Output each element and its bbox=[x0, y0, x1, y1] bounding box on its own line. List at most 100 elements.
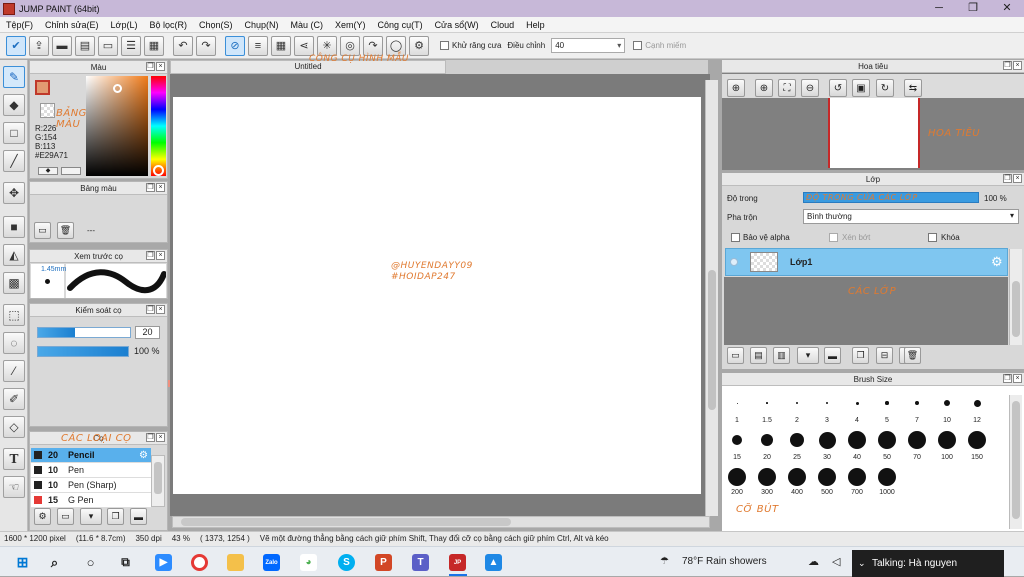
weather-text[interactable]: 78°F Rain showers bbox=[682, 556, 767, 567]
layer-visibility-icon[interactable] bbox=[730, 258, 738, 266]
zoom-app-icon[interactable]: ▶ bbox=[155, 554, 172, 571]
brush-list-scrollbar[interactable] bbox=[151, 455, 165, 507]
add-swatch-button[interactable]: ▭ bbox=[34, 222, 51, 239]
export-button[interactable]: ⇪ bbox=[29, 35, 49, 56]
new-1bit-layer-button[interactable]: ▥ bbox=[773, 347, 790, 364]
brush-size-dot[interactable] bbox=[790, 433, 804, 447]
brush-size-dot[interactable] bbox=[818, 431, 836, 449]
comment-button[interactable]: ▬ bbox=[52, 35, 72, 56]
snap-off-button[interactable]: ⊘ bbox=[225, 35, 245, 56]
skype-icon[interactable]: S bbox=[338, 554, 355, 571]
navigator-preview[interactable] bbox=[828, 98, 920, 168]
delete-layer-button[interactable]: 🗑 bbox=[904, 347, 921, 364]
layer-folder-button[interactable]: ▬ bbox=[824, 347, 841, 364]
brush-size-scroll-thumb[interactable] bbox=[1012, 401, 1020, 519]
tool-select-eraser[interactable]: ◇ bbox=[3, 416, 25, 438]
adjust-input[interactable]: 40 bbox=[551, 38, 626, 53]
page-button[interactable]: ▭ bbox=[98, 35, 118, 56]
brush-size-dot[interactable] bbox=[973, 399, 981, 407]
menu-cloud[interactable]: Cloud bbox=[485, 20, 521, 30]
brush-size-dot[interactable] bbox=[944, 400, 950, 406]
snap-radial-button[interactable]: ✳ bbox=[317, 35, 337, 56]
panel-float-icon[interactable]: ❐ bbox=[146, 183, 155, 192]
layer-row[interactable]: Lớp1 ⚙ bbox=[725, 248, 1008, 276]
brush-list-item[interactable]: 20 Pencil ⚙ bbox=[31, 448, 151, 463]
panel-close-icon[interactable]: × bbox=[1013, 374, 1022, 383]
brush-size-dot[interactable] bbox=[885, 401, 889, 405]
brush-size-dot[interactable] bbox=[818, 468, 836, 486]
canvas-hscroll-thumb[interactable] bbox=[181, 518, 511, 526]
menu-edit[interactable]: Chỉnh sửa(E) bbox=[39, 20, 105, 30]
jump-paint-icon[interactable]: JP bbox=[449, 554, 466, 571]
brush-folder-button[interactable]: ▬ bbox=[130, 508, 147, 525]
menu-color[interactable]: Màu (C) bbox=[285, 20, 330, 30]
cloud-sync-button[interactable]: ✔ bbox=[6, 35, 26, 56]
brush-list-item[interactable]: 15 G Pen bbox=[31, 493, 151, 508]
swap-colors-button[interactable]: ◆ bbox=[38, 167, 58, 175]
layer-opacity-slider[interactable]: ĐỘ TRONG CỦA CÁC LỚP bbox=[803, 192, 979, 203]
snap-parallel-button[interactable]: ≡ bbox=[248, 35, 268, 56]
chrome-icon[interactable] bbox=[191, 554, 208, 571]
snap-ellipse-button[interactable]: ◯ bbox=[386, 35, 406, 56]
photos-icon[interactable]: ▲ bbox=[485, 554, 502, 571]
close-button[interactable]: ✕ bbox=[990, 0, 1024, 17]
tool-select-pen[interactable]: ✐ bbox=[3, 388, 25, 410]
brush-list-scroll-thumb[interactable] bbox=[154, 462, 162, 494]
canvas-vscroll-thumb[interactable] bbox=[708, 270, 716, 410]
blend-mode-select[interactable]: Bình thường bbox=[803, 209, 1019, 224]
brush-size-dot[interactable] bbox=[855, 401, 859, 405]
brush-menu-button[interactable]: ▾ bbox=[80, 508, 102, 525]
menu-select[interactable]: Chọn(S) bbox=[193, 20, 239, 30]
clipping-checkbox[interactable] bbox=[829, 233, 838, 242]
tool-fill-rect[interactable]: ■ bbox=[3, 216, 25, 238]
menu-view[interactable]: Xem(Y) bbox=[329, 20, 372, 30]
powerpoint-icon[interactable]: P bbox=[375, 554, 392, 571]
brush-size-dot[interactable] bbox=[938, 431, 956, 449]
undo-button[interactable]: ↶ bbox=[173, 35, 193, 56]
maximize-button[interactable]: ❐ bbox=[956, 0, 990, 17]
snap-curve-button[interactable]: ↷ bbox=[363, 35, 383, 56]
panel-close-icon[interactable]: × bbox=[156, 183, 165, 192]
tool-bucket[interactable]: ◭ bbox=[3, 244, 25, 266]
panel-float-icon[interactable]: ❐ bbox=[1003, 374, 1012, 383]
layer-scroll-thumb[interactable] bbox=[1012, 281, 1020, 337]
canvas-horizontal-scrollbar[interactable] bbox=[172, 516, 710, 528]
merge-layer-button[interactable]: ⊟ bbox=[876, 347, 893, 364]
brush-settings-button[interactable]: ⚙ bbox=[34, 508, 51, 525]
brush-size-dot[interactable] bbox=[761, 434, 773, 446]
tool-lasso[interactable]: ◌ bbox=[3, 332, 25, 354]
menu-filter[interactable]: Bộ lọc(R) bbox=[143, 20, 193, 30]
menu-tools[interactable]: Công cụ(T) bbox=[372, 20, 429, 30]
rotate-right-button[interactable]: ↻ bbox=[876, 79, 894, 97]
delete-swatch-button[interactable]: 🗑 bbox=[57, 222, 74, 239]
flip-button[interactable]: ⇆ bbox=[904, 79, 922, 97]
panel-float-icon[interactable]: ❐ bbox=[1003, 61, 1012, 70]
windows-start-icon[interactable]: ⊞ bbox=[14, 554, 31, 571]
brush-size-dot[interactable] bbox=[848, 431, 866, 449]
speaker-icon[interactable]: ◁ bbox=[832, 555, 840, 568]
menu-file[interactable]: Tệp(F) bbox=[0, 20, 39, 30]
snap-circle-button[interactable]: ◎ bbox=[340, 35, 360, 56]
note-button[interactable]: ▤ bbox=[75, 35, 95, 56]
brush-size-dot[interactable] bbox=[796, 402, 798, 404]
tool-eraser[interactable]: ◆ bbox=[3, 94, 25, 116]
drawing-canvas[interactable]: @HUYENDAYY09 #HOIDAP247 bbox=[173, 97, 701, 494]
reset-rotation-button[interactable]: ▣ bbox=[852, 79, 870, 97]
tool-move[interactable]: ✥ bbox=[3, 182, 25, 204]
panel-float-icon[interactable]: ❐ bbox=[146, 62, 155, 71]
cortana-icon[interactable]: ○ bbox=[82, 554, 99, 571]
tool-line[interactable]: ╱ bbox=[3, 150, 25, 172]
brush-settings-gear-icon[interactable]: ⚙ bbox=[139, 450, 148, 461]
protect-alpha-checkbox[interactable] bbox=[731, 233, 740, 242]
minimize-button[interactable]: ─ bbox=[922, 0, 956, 17]
brush-list-item[interactable]: 10 Pen (Sharp) bbox=[31, 478, 151, 493]
brush-copy-button[interactable]: ❐ bbox=[107, 508, 124, 525]
talking-notification[interactable]: ⌄ Talking: Hà nguyen bbox=[852, 550, 1004, 577]
reset-colors-button[interactable] bbox=[61, 167, 81, 175]
new-layer-button[interactable]: ▭ bbox=[727, 347, 744, 364]
panel-close-icon[interactable]: × bbox=[156, 251, 165, 260]
picker-cursor[interactable] bbox=[113, 84, 122, 93]
brush-size-dot[interactable] bbox=[914, 400, 920, 406]
zoom-in-button[interactable]: ⊕ bbox=[755, 79, 773, 97]
menu-capture[interactable]: Chụp(N) bbox=[239, 20, 285, 30]
